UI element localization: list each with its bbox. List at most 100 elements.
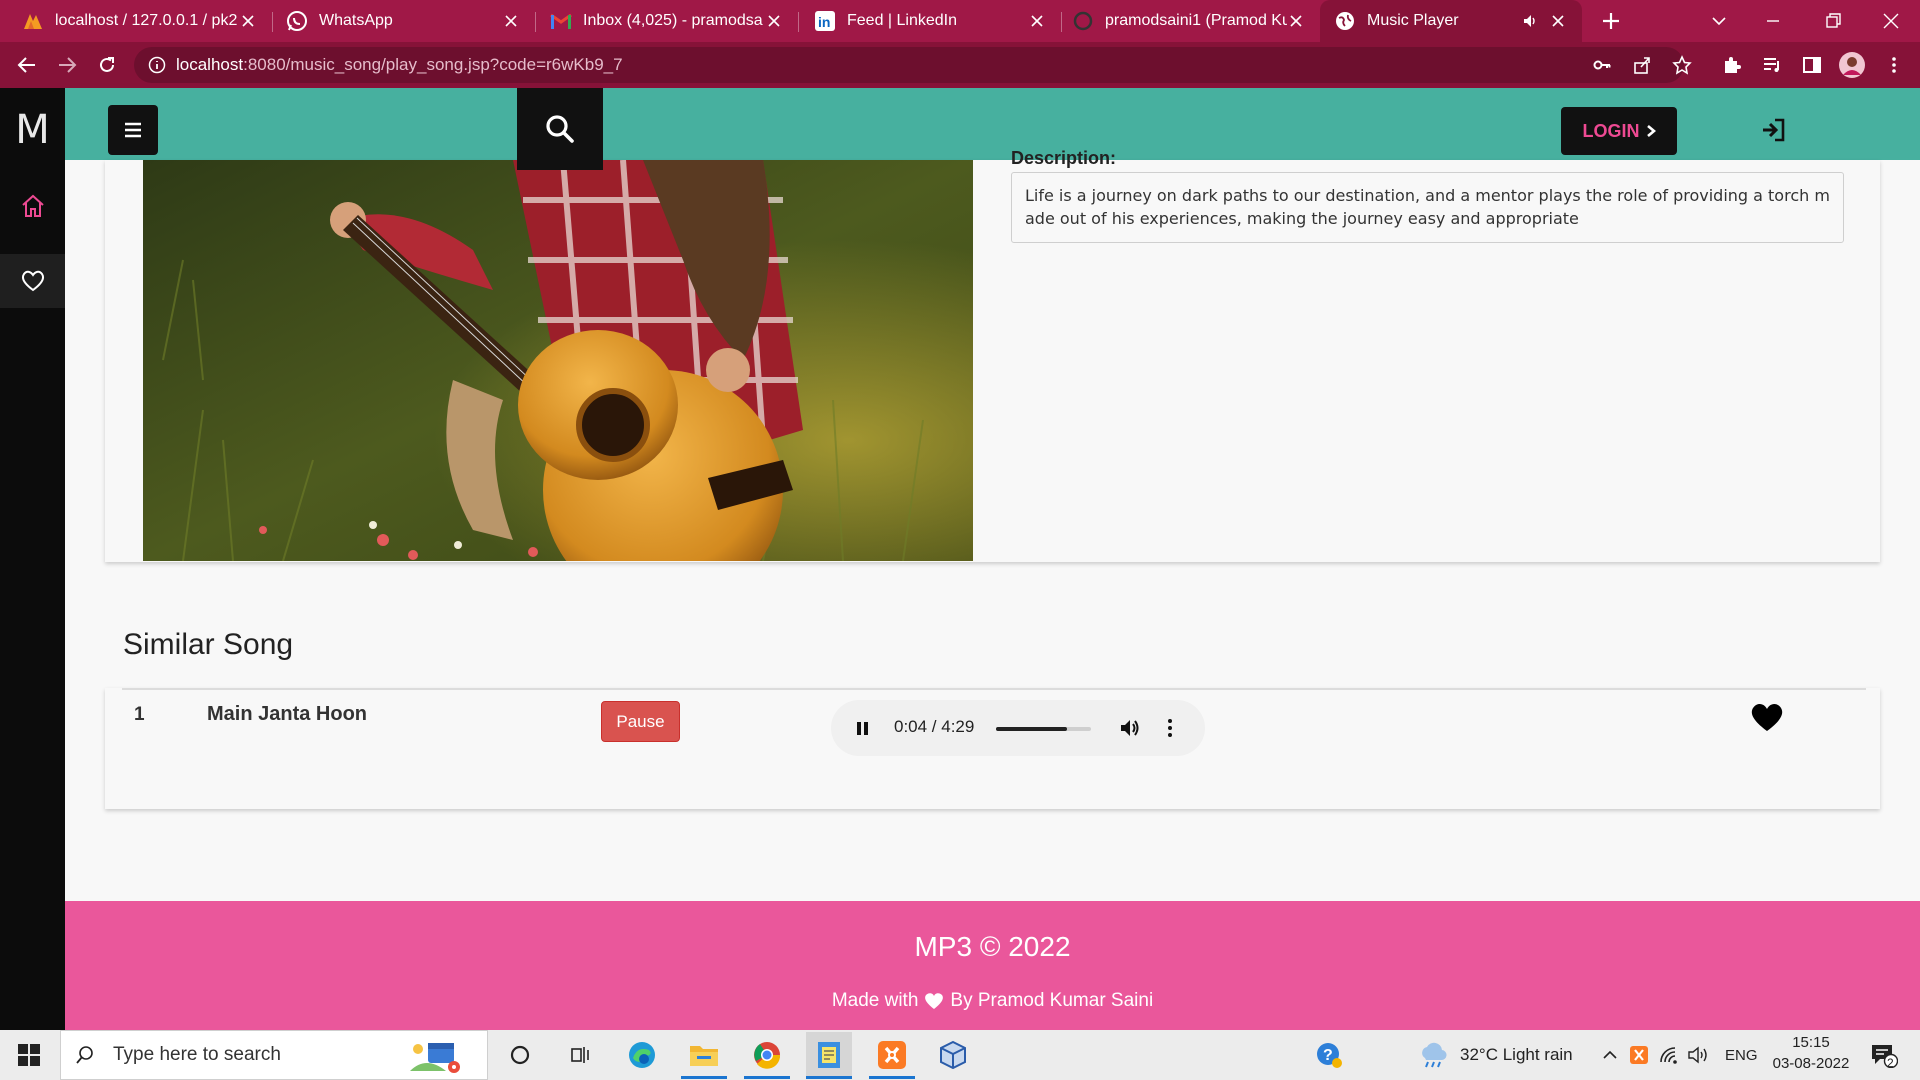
virtualbox-icon[interactable] [937, 1039, 969, 1071]
pause-icon[interactable] [851, 716, 875, 740]
new-tab-icon[interactable] [1599, 9, 1623, 33]
home-icon [20, 193, 46, 219]
app-logo[interactable]: M [0, 88, 65, 171]
audio-seek-progress [996, 727, 1068, 731]
phpmyadmin-icon [22, 10, 44, 32]
tab-audio-icon[interactable] [1522, 13, 1538, 29]
weather-text[interactable]: 32°C Light rain [1460, 1045, 1573, 1065]
made-with-text: Made with [831, 990, 919, 1011]
notes-app-icon[interactable] [806, 1032, 852, 1078]
cortana-icon[interactable] [504, 1039, 536, 1071]
sidebar-item-home[interactable] [0, 179, 65, 233]
url-path: :8080/music_song/play_song.jsp?code=r6wK… [243, 55, 623, 74]
share-icon[interactable] [1630, 53, 1654, 77]
footer: MP3 © 2022 Made with By Pramod Kumar Sai… [65, 901, 1920, 1030]
wifi-icon[interactable] [1657, 1039, 1681, 1071]
key-icon[interactable] [1590, 53, 1614, 77]
menu-toggle-button[interactable] [108, 105, 158, 155]
edge-browser-icon[interactable] [626, 1039, 658, 1071]
footer-copyright: MP3 © 2022 [914, 931, 1071, 962]
bookmark-star-icon[interactable] [1670, 53, 1694, 77]
news-widget-icon[interactable] [406, 1037, 466, 1075]
hamburger-icon [123, 121, 143, 139]
song-detail-card: Description: Life is a journey on dark p… [105, 148, 1880, 562]
close-window-icon[interactable] [1880, 10, 1902, 32]
description-text: Life is a journey on dark paths to our d… [1011, 172, 1844, 243]
profile-avatar[interactable] [1838, 51, 1866, 79]
minimize-icon[interactable] [1762, 10, 1784, 32]
globe-icon [1334, 10, 1356, 32]
sidebar: M [0, 88, 65, 1030]
similar-song-list: 1 Main Janta Hoon Pause 0:04 / 4:29 [105, 688, 1880, 809]
language-indicator[interactable]: ENG [1725, 1047, 1758, 1064]
media-playlist-icon[interactable] [1760, 53, 1784, 77]
svg-text:in: in [818, 14, 830, 30]
app-header: LOGIN [65, 88, 1920, 170]
task-view-icon[interactable] [564, 1039, 596, 1071]
tab-github[interactable]: pramodsaini1 (Pramod Kum [1062, 0, 1320, 42]
github-icon [1072, 10, 1094, 32]
taskbar-search-box[interactable]: Type here to search [60, 1030, 488, 1080]
forward-arrow-icon[interactable] [55, 53, 79, 77]
sidebar-item-favorites[interactable] [0, 254, 65, 308]
close-tab-icon[interactable] [238, 11, 258, 31]
browser-toolbar: localhost:8080/music_song/play_song.jsp?… [0, 42, 1920, 88]
windows-start-icon[interactable] [13, 1039, 45, 1071]
close-tab-icon[interactable] [501, 11, 521, 31]
divider [122, 688, 1866, 690]
tray-chevron-up-icon[interactable] [1598, 1039, 1622, 1071]
help-icon[interactable]: ? [1313, 1039, 1345, 1071]
tab-search-chevron-icon[interactable] [1708, 10, 1730, 32]
tab-music-player[interactable]: Music Player [1320, 0, 1582, 42]
audio-player: 0:04 / 4:29 [831, 700, 1205, 756]
login-label: LOGIN [1582, 120, 1640, 141]
notifications-icon[interactable]: 2 [1868, 1039, 1900, 1071]
weather-rain-icon[interactable] [1417, 1039, 1449, 1071]
close-tab-icon[interactable] [1548, 11, 1568, 31]
tab-gmail[interactable]: Inbox (4,025) - pramodsaini [536, 0, 798, 42]
chrome-icon[interactable] [751, 1039, 783, 1071]
close-tab-icon[interactable] [1027, 11, 1047, 31]
search-button[interactable] [517, 88, 603, 170]
notification-count: 2 [1887, 1056, 1894, 1070]
xampp-icon[interactable] [876, 1039, 908, 1071]
side-panel-icon[interactable] [1800, 53, 1824, 77]
pause-button[interactable]: Pause [601, 701, 680, 742]
close-tab-icon[interactable] [764, 11, 784, 31]
back-arrow-icon[interactable] [15, 53, 39, 77]
login-button[interactable]: LOGIN [1561, 107, 1677, 155]
volume-icon[interactable] [1118, 716, 1142, 740]
svg-text:?: ? [1323, 1047, 1333, 1064]
clock[interactable]: 15:15 03-08-2022 [1768, 1034, 1854, 1072]
author-text: By Pramod Kumar Saini [950, 990, 1154, 1011]
tab-label: WhatsApp [319, 12, 393, 29]
tab-linkedin[interactable]: in Feed | LinkedIn [799, 0, 1061, 42]
heart-icon [924, 992, 944, 1010]
extensions-puzzle-icon[interactable] [1720, 53, 1744, 77]
more-options-icon[interactable] [1158, 716, 1182, 740]
clock-time: 15:15 [1792, 1034, 1830, 1051]
favorite-heart-icon[interactable] [1749, 700, 1785, 734]
tab-whatsapp[interactable]: WhatsApp [273, 0, 535, 42]
address-bar[interactable]: localhost:8080/music_song/play_song.jsp?… [134, 47, 1684, 83]
audio-seek-slider[interactable] [996, 727, 1091, 731]
reload-icon[interactable] [95, 53, 119, 77]
windows-taskbar: Type here to search ? 32°C Light rain EN… [0, 1030, 1920, 1080]
browser-tab-bar: localhost / 127.0.0.1 / pk2 / WhatsApp I… [0, 0, 1920, 42]
tab-phpmyadmin[interactable]: localhost / 127.0.0.1 / pk2 / [0, 0, 272, 42]
speaker-icon[interactable] [1686, 1039, 1710, 1071]
file-explorer-icon[interactable] [688, 1039, 720, 1071]
similar-song-heading: Similar Song [123, 628, 294, 661]
sign-in-icon[interactable] [1761, 117, 1787, 143]
xampp-tray-icon[interactable] [1627, 1039, 1651, 1071]
tab-label: Inbox (4,025) - pramodsaini [583, 12, 763, 29]
close-tab-icon[interactable] [1286, 11, 1306, 31]
song-title[interactable]: Main Janta Hoon [207, 703, 367, 726]
taskbar-search-placeholder: Type here to search [113, 1044, 281, 1065]
tab-label: Music Player [1367, 12, 1459, 29]
browser-menu-icon[interactable] [1882, 53, 1906, 77]
song-cover-image [143, 160, 973, 561]
info-icon[interactable] [148, 56, 166, 74]
restore-icon[interactable] [1822, 10, 1844, 32]
url-host: localhost [176, 55, 244, 74]
